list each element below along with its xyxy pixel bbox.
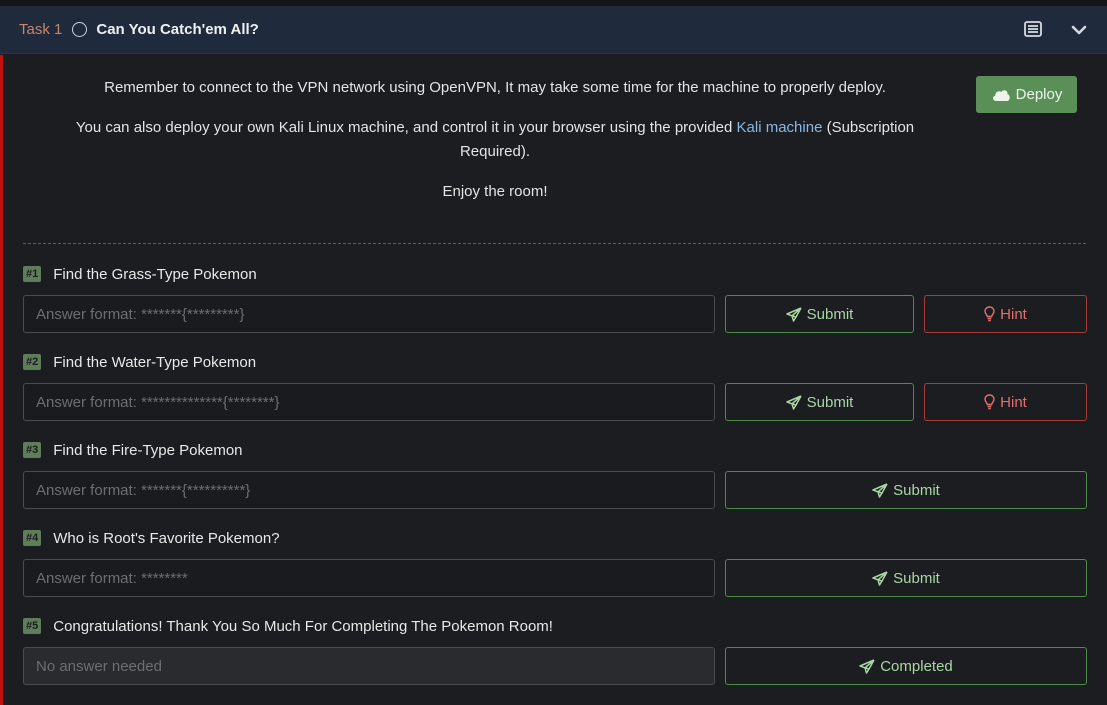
question-number-badge: #3 <box>23 442 42 458</box>
answer-input-3[interactable] <box>23 471 715 509</box>
submit-button-2[interactable]: Submit <box>725 383 914 421</box>
submit-label: Submit <box>806 393 854 411</box>
question-number-badge: #2 <box>23 354 42 370</box>
hint-button-1[interactable]: Hint <box>924 295 1087 333</box>
answer-input-1[interactable] <box>23 295 715 333</box>
kali-notice: You can also deploy your own Kali Linux … <box>40 116 950 164</box>
completed-label: Completed <box>880 657 953 675</box>
question-1: #1 Find the Grass-Type Pokemon <box>23 265 257 283</box>
chevron-down-icon[interactable] <box>1071 23 1087 41</box>
task-number: Task 1 <box>19 21 63 38</box>
question-2: #2 Find the Water-Type Pokemon <box>23 353 256 371</box>
deploy-button[interactable]: Deploy <box>976 76 1077 113</box>
lightbulb-icon <box>984 306 995 322</box>
submit-button-3[interactable]: Submit <box>725 471 1087 509</box>
submit-button-1[interactable]: Submit <box>725 295 914 333</box>
task-status-circle-icon <box>72 22 88 37</box>
section-divider <box>23 243 1086 244</box>
paper-plane-icon <box>872 482 888 498</box>
submit-label: Submit <box>893 481 940 499</box>
question-number-badge: #5 <box>23 618 42 634</box>
task-title: Can You Catch'em All? <box>96 21 259 38</box>
question-text: Find the Fire-Type Pokemon <box>53 441 243 459</box>
question-4: #4 Who is Root's Favorite Pokemon? <box>23 529 280 547</box>
paper-plane-icon <box>785 306 802 322</box>
kali-machine-link[interactable]: Kali machine <box>737 119 823 136</box>
paper-plane-icon <box>872 570 888 586</box>
kali-notice-cont: Required). <box>459 143 531 160</box>
question-3: #3 Find the Fire-Type Pokemon <box>23 441 243 459</box>
question-text: Congratulations! Thank You So Much For C… <box>53 617 553 635</box>
completed-button[interactable]: Completed <box>725 647 1087 685</box>
submit-button-4[interactable]: Submit <box>725 559 1087 597</box>
kali-notice-suffix: (Subscription <box>822 119 915 136</box>
lightbulb-icon <box>984 394 995 410</box>
submit-label: Submit <box>893 569 940 587</box>
vpn-notice: Remember to connect to the VPN network u… <box>104 79 886 96</box>
answer-input-4[interactable] <box>23 559 715 597</box>
answer-input-2[interactable] <box>23 383 715 421</box>
question-number-badge: #4 <box>23 530 42 546</box>
paper-plane-icon <box>859 658 875 674</box>
answer-input-5 <box>23 647 715 685</box>
question-number-badge: #1 <box>23 266 42 282</box>
hint-button-2[interactable]: Hint <box>924 383 1087 421</box>
cloud-icon <box>992 89 1010 101</box>
question-text: Find the Grass-Type Pokemon <box>53 265 257 283</box>
submit-label: Submit <box>806 305 854 323</box>
deploy-label: Deploy <box>1015 86 1063 103</box>
enjoy-text: Enjoy the room! <box>442 183 548 200</box>
hint-label: Hint <box>1000 305 1027 323</box>
question-5: #5 Congratulations! Thank You So Much Fo… <box>23 617 553 635</box>
question-text: Find the Water-Type Pokemon <box>53 353 257 371</box>
kali-notice-text: You can also deploy your own Kali Linux … <box>75 119 737 136</box>
paper-plane-icon <box>785 394 802 410</box>
notes-icon[interactable] <box>1024 21 1042 42</box>
hint-label: Hint <box>1000 393 1027 411</box>
task-header[interactable]: Task 1 Can You Catch'em All? <box>0 6 1107 54</box>
question-text: Who is Root's Favorite Pokemon? <box>53 529 280 547</box>
